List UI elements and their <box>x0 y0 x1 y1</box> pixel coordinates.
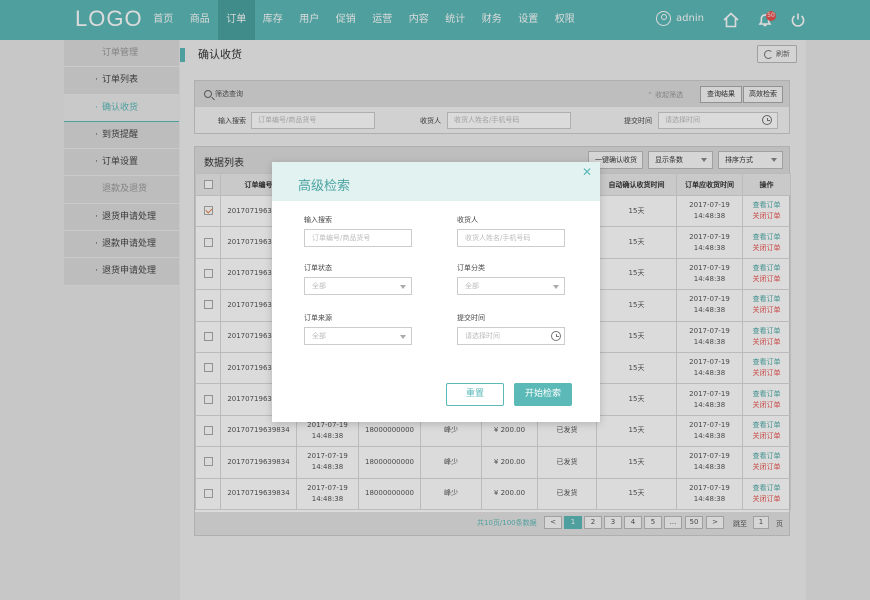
caret-down-icon <box>400 335 406 339</box>
modal-source-label: 订单来源 <box>304 314 332 322</box>
modal-source-select[interactable]: 全部 <box>304 327 412 345</box>
advanced-search-modal: 高级检索 ✕ 输入搜索 订单编号/商品货号 收货人 收货人姓名/手机号码 订单状… <box>272 162 600 422</box>
modal-time-input[interactable]: 请选择时间 <box>457 327 565 345</box>
start-search-button[interactable]: 开始检索 <box>514 383 572 406</box>
modal-title: 高级检索 <box>298 179 351 194</box>
modal-category-label: 订单分类 <box>457 264 485 272</box>
modal-search-input[interactable]: 订单编号/商品货号 <box>304 229 412 247</box>
modal-receiver-label: 收货人 <box>457 216 478 224</box>
caret-down-icon <box>553 285 559 289</box>
modal-header: 高级检索 ✕ <box>272 162 600 201</box>
modal-time-label: 提交时间 <box>457 314 485 322</box>
modal-status-label: 订单状态 <box>304 264 332 272</box>
caret-down-icon <box>400 285 406 289</box>
clock-icon <box>551 331 561 341</box>
modal-category-value: 全部 <box>465 282 479 290</box>
modal-category-select[interactable]: 全部 <box>457 277 565 295</box>
modal-status-select[interactable]: 全部 <box>304 277 412 295</box>
modal-search-label: 输入搜索 <box>304 216 332 224</box>
modal-source-value: 全部 <box>312 332 326 340</box>
modal-status-value: 全部 <box>312 282 326 290</box>
close-icon[interactable]: ✕ <box>582 165 592 179</box>
reset-button[interactable]: 重置 <box>446 383 504 406</box>
modal-time-placeholder: 请选择时间 <box>465 332 500 340</box>
modal-receiver-input[interactable]: 收货人姓名/手机号码 <box>457 229 565 247</box>
